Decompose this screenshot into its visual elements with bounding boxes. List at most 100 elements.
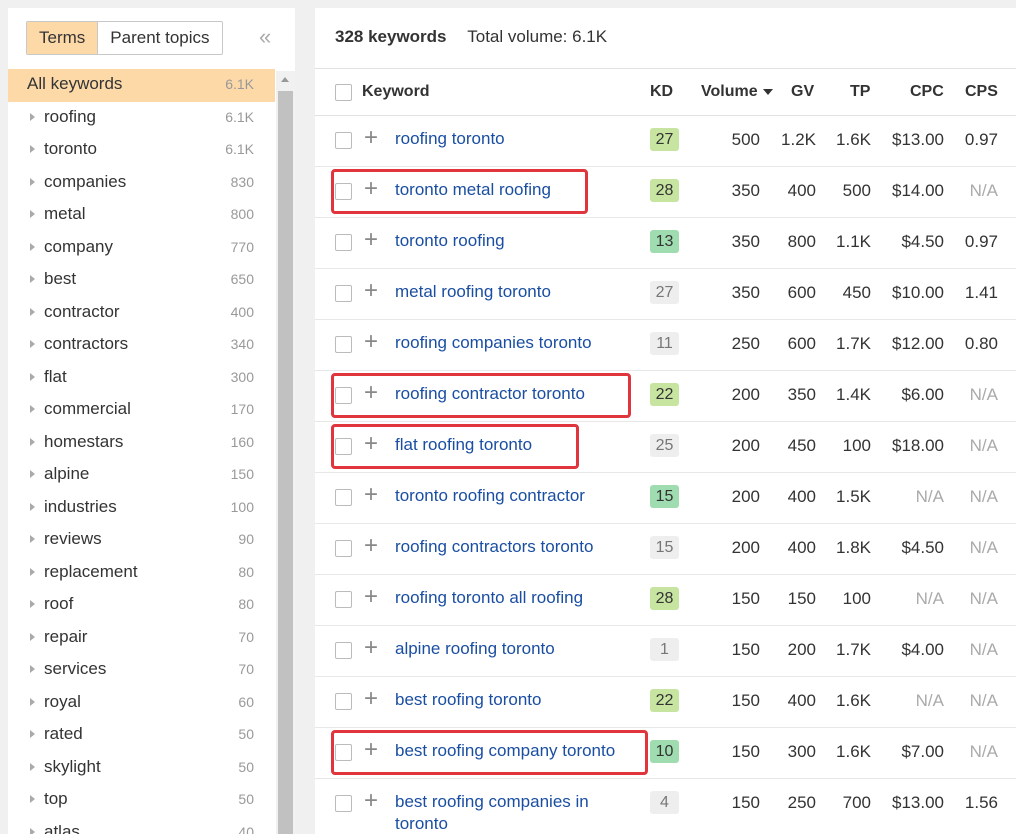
row-checkbox[interactable] <box>335 132 352 149</box>
volume-header[interactable]: Volume <box>701 83 773 101</box>
terms-tab[interactable]: Terms <box>27 22 99 54</box>
row-checkbox[interactable] <box>335 489 352 506</box>
tp-header[interactable]: TP <box>850 83 870 101</box>
expand-caret-icon[interactable] <box>30 437 35 446</box>
add-to-list-icon[interactable]: + <box>364 483 378 507</box>
row-checkbox[interactable] <box>335 795 352 812</box>
term-item-roof[interactable]: roof 80 <box>8 589 275 622</box>
sidebar-scrollbar[interactable] <box>276 71 295 834</box>
term-item-roofing[interactable]: roofing 6.1K <box>8 102 275 135</box>
expand-caret-icon[interactable] <box>30 112 35 121</box>
row-checkbox[interactable] <box>335 387 352 404</box>
term-item-company[interactable]: company 770 <box>8 232 275 265</box>
term-item-contractors[interactable]: contractors 340 <box>8 329 275 362</box>
expand-caret-icon[interactable] <box>30 145 35 153</box>
select-all-checkbox[interactable] <box>335 84 352 101</box>
add-to-list-icon[interactable]: + <box>364 636 378 660</box>
row-checkbox[interactable] <box>335 693 352 710</box>
expand-caret-icon[interactable] <box>30 340 35 348</box>
keyword-link[interactable]: best roofing toronto <box>395 690 541 710</box>
keyword-link[interactable]: metal roofing toronto <box>395 282 551 302</box>
scrollbar-thumb[interactable] <box>278 91 293 834</box>
keyword-link[interactable]: toronto roofing <box>395 231 505 251</box>
add-to-list-icon[interactable]: + <box>364 279 378 303</box>
row-checkbox[interactable] <box>335 438 352 455</box>
expand-caret-icon[interactable] <box>30 535 35 543</box>
add-to-list-icon[interactable]: + <box>364 330 378 354</box>
term-item-flat[interactable]: flat 300 <box>8 362 275 395</box>
row-checkbox[interactable] <box>335 285 352 302</box>
row-checkbox[interactable] <box>335 744 352 761</box>
expand-caret-icon[interactable] <box>30 372 35 381</box>
all-keywords-item[interactable]: All keywords 6.1K <box>8 69 275 102</box>
term-item-top[interactable]: top 50 <box>8 784 275 817</box>
parent-topics-tab[interactable]: Parent topics <box>98 22 221 54</box>
term-item-alpine[interactable]: alpine 150 <box>8 459 275 492</box>
add-to-list-icon[interactable]: + <box>364 381 378 405</box>
keyword-link[interactable]: roofing contractor toronto <box>395 384 585 404</box>
collapse-sidebar-icon[interactable]: « <box>259 24 271 50</box>
term-item-best[interactable]: best 650 <box>8 264 275 297</box>
expand-caret-icon[interactable] <box>30 307 35 316</box>
term-item-services[interactable]: services 70 <box>8 654 275 687</box>
add-to-list-icon[interactable]: + <box>364 432 378 456</box>
term-item-companies[interactable]: companies 830 <box>8 167 275 200</box>
term-item-atlas[interactable]: atlas 40 <box>8 817 275 834</box>
keyword-header[interactable]: Keyword <box>362 83 430 101</box>
keyword-link[interactable]: alpine roofing toronto <box>395 639 555 659</box>
row-checkbox[interactable] <box>335 540 352 557</box>
expand-caret-icon[interactable] <box>30 600 35 608</box>
keyword-link[interactable]: flat roofing toronto <box>395 435 532 455</box>
expand-caret-icon[interactable] <box>30 502 35 511</box>
term-item-royal[interactable]: royal 60 <box>8 687 275 720</box>
term-item-contractor[interactable]: contractor 400 <box>8 297 275 330</box>
scroll-up-arrow-icon[interactable] <box>281 77 289 82</box>
keyword-link[interactable]: roofing toronto all roofing <box>395 588 583 608</box>
keyword-link[interactable]: best roofing companies in toronto <box>395 791 615 834</box>
add-to-list-icon[interactable]: + <box>364 687 378 711</box>
term-item-repair[interactable]: repair 70 <box>8 622 275 655</box>
expand-caret-icon[interactable] <box>30 795 35 803</box>
term-item-homestars[interactable]: homestars 160 <box>8 427 275 460</box>
expand-caret-icon[interactable] <box>30 567 35 576</box>
expand-caret-icon[interactable] <box>30 697 35 706</box>
expand-caret-icon[interactable] <box>30 405 35 413</box>
add-to-list-icon[interactable]: + <box>364 228 378 252</box>
term-item-reviews[interactable]: reviews 90 <box>8 524 275 557</box>
expand-caret-icon[interactable] <box>30 470 35 478</box>
keyword-link[interactable]: roofing companies toronto <box>395 333 592 353</box>
keyword-link[interactable]: roofing toronto <box>395 129 505 149</box>
term-item-replacement[interactable]: replacement 80 <box>8 557 275 590</box>
gv-header[interactable]: GV <box>791 83 814 101</box>
row-checkbox[interactable] <box>335 591 352 608</box>
expand-caret-icon[interactable] <box>30 665 35 673</box>
cpc-header[interactable]: CPC <box>910 83 944 101</box>
cps-header[interactable]: CPS <box>965 83 998 101</box>
expand-caret-icon[interactable] <box>30 242 35 251</box>
row-checkbox[interactable] <box>335 234 352 251</box>
keyword-link[interactable]: toronto roofing contractor <box>395 486 585 506</box>
row-checkbox[interactable] <box>335 336 352 353</box>
keyword-link[interactable]: best roofing company toronto <box>395 741 615 761</box>
add-to-list-icon[interactable]: + <box>364 789 378 813</box>
expand-caret-icon[interactable] <box>30 632 35 641</box>
expand-caret-icon[interactable] <box>30 762 35 771</box>
expand-caret-icon[interactable] <box>30 210 35 218</box>
term-item-toronto[interactable]: toronto 6.1K <box>8 134 275 167</box>
add-to-list-icon[interactable]: + <box>364 177 378 201</box>
expand-caret-icon[interactable] <box>30 827 35 834</box>
expand-caret-icon[interactable] <box>30 275 35 283</box>
term-item-industries[interactable]: industries 100 <box>8 492 275 525</box>
expand-caret-icon[interactable] <box>30 177 35 186</box>
term-item-rated[interactable]: rated 50 <box>8 719 275 752</box>
add-to-list-icon[interactable]: + <box>364 126 378 150</box>
kd-header[interactable]: KD <box>650 83 673 101</box>
add-to-list-icon[interactable]: + <box>364 585 378 609</box>
add-to-list-icon[interactable]: + <box>364 738 378 762</box>
keyword-link[interactable]: toronto metal roofing <box>395 180 551 200</box>
row-checkbox[interactable] <box>335 183 352 200</box>
term-item-metal[interactable]: metal 800 <box>8 199 275 232</box>
term-item-skylight[interactable]: skylight 50 <box>8 752 275 785</box>
row-checkbox[interactable] <box>335 642 352 659</box>
keyword-link[interactable]: roofing contractors toronto <box>395 537 593 557</box>
